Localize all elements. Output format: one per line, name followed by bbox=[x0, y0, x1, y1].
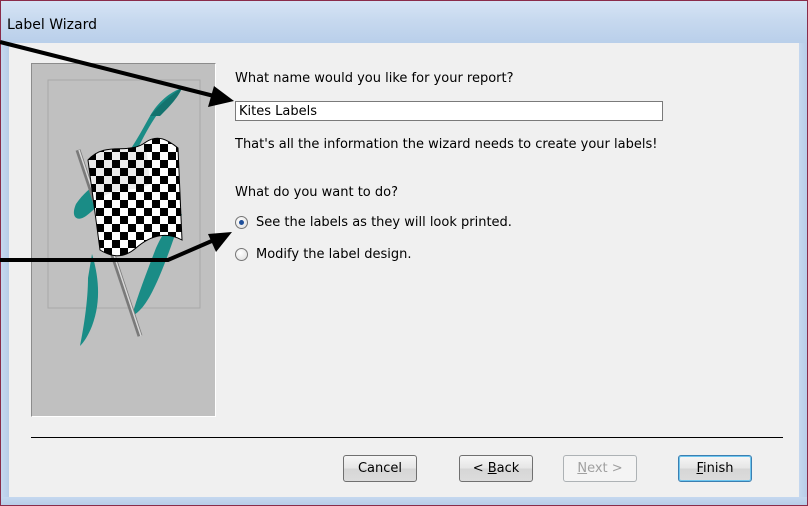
annotation-arrows bbox=[0, 40, 234, 262]
arrow-to-report-name bbox=[0, 40, 234, 107]
arrow-to-options bbox=[0, 232, 232, 262]
